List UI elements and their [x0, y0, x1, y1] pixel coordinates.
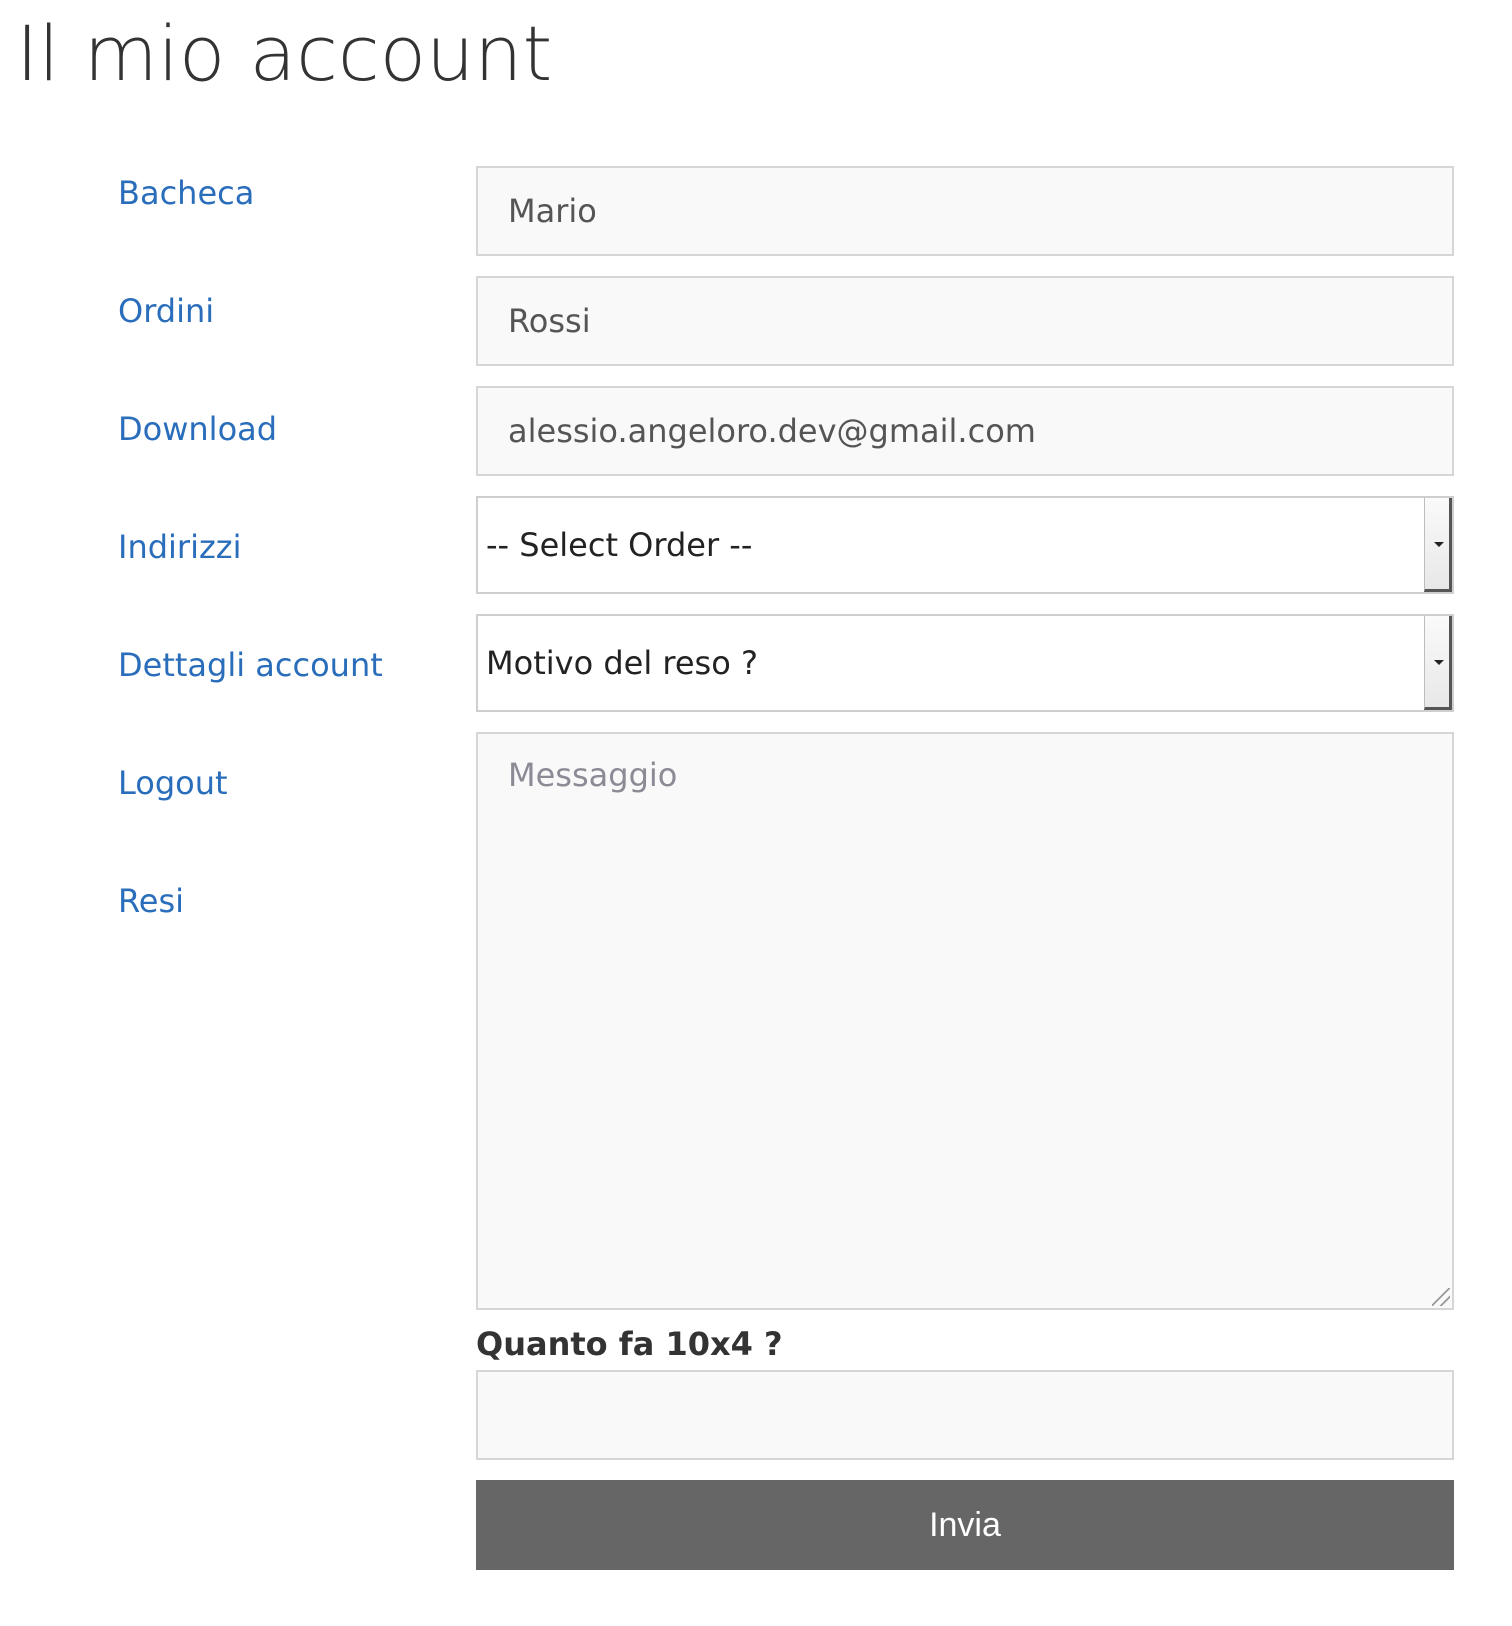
last-name-field[interactable]: Rossi	[476, 276, 1454, 366]
return-request-form: Mario Rossi alessio.angeloro.dev@gmail.c…	[476, 166, 1454, 1570]
captcha-input[interactable]	[476, 1370, 1454, 1460]
chevron-down-icon	[1434, 542, 1444, 547]
resize-grip-icon[interactable]	[1432, 1288, 1450, 1306]
message-textarea[interactable]: Messaggio	[476, 732, 1454, 1310]
submit-button[interactable]: Invia	[476, 1480, 1454, 1570]
nav-item-logout[interactable]: Logout	[118, 758, 383, 876]
reason-select[interactable]: Motivo del reso ?	[476, 614, 1454, 712]
captcha-label: Quanto fa 10x4 ?	[476, 1325, 783, 1363]
page-title: Il mio account	[16, 9, 553, 98]
nav-item-ordini[interactable]: Ordini	[118, 286, 383, 404]
account-navigation: Bacheca Ordini Download Indirizzi Dettag…	[118, 168, 383, 994]
message-placeholder: Messaggio	[508, 756, 678, 794]
order-select-value: -- Select Order --	[486, 526, 753, 564]
reason-select-toggle[interactable]	[1424, 616, 1452, 710]
reason-select-value: Motivo del reso ?	[486, 644, 758, 682]
nav-item-indirizzi[interactable]: Indirizzi	[118, 522, 383, 640]
nav-item-dettagli-account[interactable]: Dettagli account	[118, 640, 383, 758]
first-name-field[interactable]: Mario	[476, 166, 1454, 256]
chevron-down-icon	[1434, 660, 1444, 665]
email-field[interactable]: alessio.angeloro.dev@gmail.com	[476, 386, 1454, 476]
order-select[interactable]: -- Select Order --	[476, 496, 1454, 594]
nav-item-download[interactable]: Download	[118, 404, 383, 522]
nav-item-resi[interactable]: Resi	[118, 876, 383, 994]
nav-item-bacheca[interactable]: Bacheca	[118, 168, 383, 286]
order-select-toggle[interactable]	[1424, 498, 1452, 592]
